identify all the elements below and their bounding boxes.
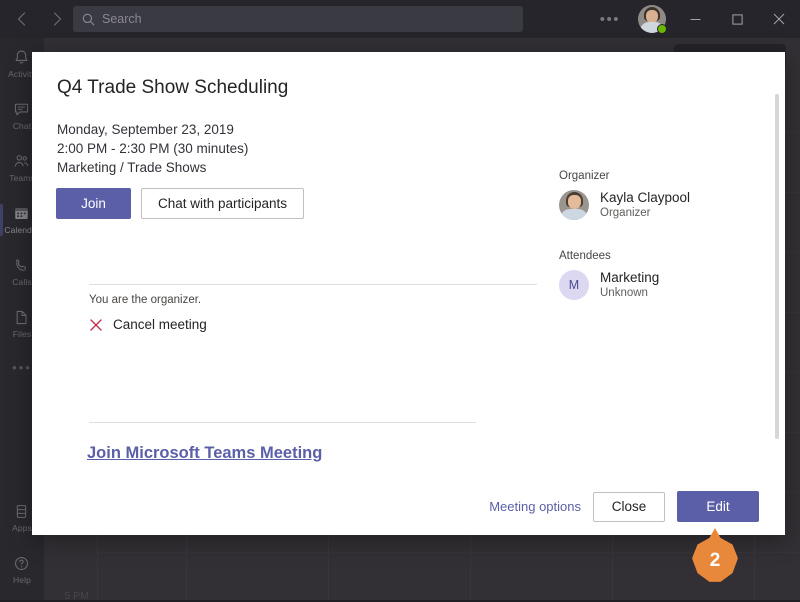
join-button[interactable]: Join [56,188,131,219]
avatar [559,190,589,220]
divider-body-top [89,422,476,423]
meeting-meta: Monday, September 23, 2019 2:00 PM - 2:3… [57,120,248,177]
close-button[interactable] [758,0,800,38]
meeting-details-dialog: Q4 Trade Show Scheduling Monday, Septemb… [32,52,785,535]
cancel-meeting-label: Cancel meeting [113,317,207,332]
meeting-options-footer-link[interactable]: Meeting options [489,499,581,514]
title-bar: Search ••• [0,0,800,38]
person-attendee[interactable]: M Marketing Unknown [559,270,759,300]
search-placeholder: Search [102,12,142,26]
cancel-meeting-button[interactable]: Cancel meeting [89,317,207,332]
minimize-button[interactable] [674,0,716,38]
forward-icon[interactable] [46,8,68,30]
people-pane: Organizer Kayla Claypool Organizer Atten… [559,170,759,304]
user-avatar[interactable] [638,5,666,33]
back-icon[interactable] [10,8,32,30]
person-name: Marketing [600,270,659,286]
page-title: Q4 Trade Show Scheduling [57,77,288,99]
step-callout-marker: 2 [692,528,738,583]
divider-top [89,284,537,285]
maximize-button[interactable] [716,0,758,38]
person-name: Kayla Claypool [600,190,690,206]
more-options-icon[interactable]: ••• [590,11,630,28]
avatar: M [559,270,589,300]
presence-badge [657,24,667,34]
titlebar-right-controls: ••• [590,0,800,38]
person-role: Unknown [600,286,659,300]
nav-arrows [10,8,68,30]
search-input[interactable]: Search [73,6,523,32]
meeting-time: 2:00 PM - 2:30 PM (30 minutes) [57,139,248,158]
person-organizer[interactable]: Kayla Claypool Organizer [559,190,759,220]
close-button[interactable]: Close [593,492,665,522]
callout-number: 2 [692,528,738,583]
person-role: Organizer [600,206,690,220]
meeting-date: Monday, September 23, 2019 [57,120,248,139]
teams-app-window: Search ••• [0,0,800,600]
meeting-channel: Marketing / Trade Shows [57,158,248,177]
dialog-footer: Meeting options Close Edit [32,478,785,535]
attendees-header: Attendees [559,250,759,262]
x-icon [89,318,103,332]
dialog-scrollbar[interactable] [775,94,779,439]
search-icon [82,13,95,26]
organizer-header: Organizer [559,170,759,182]
dialog-scroll-region: Q4 Trade Show Scheduling Monday, Septemb… [32,52,785,478]
chat-with-participants-button[interactable]: Chat with participants [141,188,304,219]
join-teams-meeting-link[interactable]: Join Microsoft Teams Meeting [87,444,322,463]
edit-button[interactable]: Edit [677,491,759,522]
organizer-note: You are the organizer. [89,294,201,306]
meeting-action-buttons: Join Chat with participants [56,188,304,219]
